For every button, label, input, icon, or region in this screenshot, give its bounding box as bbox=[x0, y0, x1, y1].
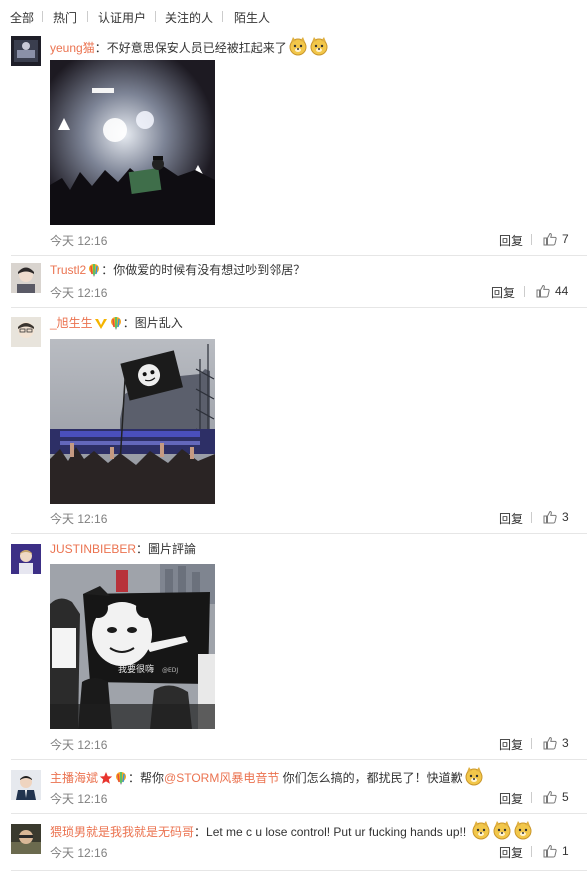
avatar[interactable] bbox=[11, 824, 41, 854]
filter-following[interactable]: 关注的人 bbox=[165, 9, 213, 26]
comment-body: Trustl2 ：你做爱的时候有没有想过吵到邻居？ bbox=[50, 261, 305, 279]
action-divider bbox=[531, 846, 532, 857]
doge-emoji bbox=[465, 767, 483, 786]
filter-divider bbox=[222, 11, 223, 22]
doge-emoji bbox=[289, 37, 307, 56]
doge-emoji bbox=[472, 821, 489, 840]
filter-divider bbox=[42, 11, 43, 22]
rainbow-balloon-icon bbox=[116, 772, 127, 785]
reply-button[interactable]: 回复 bbox=[491, 284, 515, 301]
reply-button[interactable]: 回复 bbox=[499, 790, 523, 807]
red-star-icon bbox=[99, 772, 113, 784]
like-count: 3 bbox=[562, 510, 569, 524]
filter-strangers[interactable]: 陌生人 bbox=[234, 9, 270, 26]
thumbs-up-icon bbox=[543, 736, 557, 750]
comment-text: ：图片乱入 bbox=[122, 316, 183, 330]
panda-banner-photo[interactable]: 我要很嗨 @EDJ bbox=[50, 564, 215, 729]
rainbow-balloon-icon bbox=[89, 264, 100, 277]
like-button[interactable]: 7 bbox=[543, 232, 569, 246]
action-divider bbox=[524, 286, 525, 297]
action-divider bbox=[531, 512, 532, 523]
comment-text: ：不好意思保安人员已经被扛起来了 bbox=[94, 41, 287, 55]
rainbow-balloon-icon bbox=[110, 317, 121, 330]
comment-time: 今天 12:16 bbox=[50, 846, 108, 860]
comment-divider bbox=[11, 870, 587, 871]
comment-body: 猥琐男就是我我就是无码哥：Let me c u lose control! Pu… bbox=[50, 820, 533, 841]
comment-text: ：Let me c u lose control! Put ur fucking… bbox=[194, 825, 470, 839]
comment-username[interactable]: Trustl2 bbox=[50, 263, 86, 277]
action-divider bbox=[531, 738, 532, 749]
like-button[interactable]: 5 bbox=[543, 790, 569, 804]
concert-stage-photo[interactable] bbox=[50, 60, 215, 225]
comment-time: 今天 12:16 bbox=[50, 792, 108, 806]
comment-username[interactable]: JUSTINBIEBER bbox=[50, 542, 136, 556]
comment-divider bbox=[11, 533, 587, 534]
avatar[interactable] bbox=[11, 263, 41, 293]
comment-username[interactable]: yeung猫 bbox=[50, 41, 95, 55]
like-count: 3 bbox=[562, 736, 569, 750]
filter-all[interactable]: 全部 bbox=[10, 9, 34, 26]
comment-time: 今天 12:16 bbox=[50, 738, 108, 752]
comment-username[interactable]: _旭生生 bbox=[50, 316, 93, 330]
vip-v-icon bbox=[94, 319, 107, 329]
comment-body: JUSTINBIEBER：圖片評論 bbox=[50, 540, 196, 558]
like-count: 1 bbox=[562, 844, 569, 858]
thumbs-up-icon bbox=[543, 510, 557, 524]
banner-caption: 我要很嗨 bbox=[118, 663, 154, 675]
doge-emoji bbox=[493, 821, 510, 840]
avatar[interactable] bbox=[11, 770, 41, 800]
like-count: 44 bbox=[555, 284, 569, 298]
doge-emoji bbox=[310, 37, 328, 56]
panda-flag-crowd-photo[interactable] bbox=[50, 339, 215, 504]
comment-username[interactable]: 猥琐男就是我我就是无码哥 bbox=[50, 825, 194, 839]
comment-time: 今天 12:16 bbox=[50, 234, 108, 248]
thumbs-up-icon bbox=[543, 232, 557, 246]
like-button[interactable]: 1 bbox=[543, 844, 569, 858]
comment-divider bbox=[11, 813, 587, 814]
action-divider bbox=[531, 792, 532, 803]
like-button[interactable]: 3 bbox=[543, 736, 569, 750]
comment-text: ：你做爱的时候有没有想过吵到邻居？ bbox=[101, 263, 306, 277]
thumbs-up-icon bbox=[536, 284, 550, 298]
comment-divider bbox=[11, 759, 587, 760]
filter-divider bbox=[87, 11, 88, 22]
thumbs-up-icon bbox=[543, 844, 557, 858]
comment-filter-bar: 全部 热门 认证用户 关注的人 陌生人 bbox=[0, 0, 587, 34]
comment-text: ：圖片評論 bbox=[136, 542, 197, 556]
avatar[interactable] bbox=[11, 36, 41, 66]
banner-watermark: @EDJ bbox=[162, 667, 178, 674]
like-button[interactable]: 44 bbox=[536, 284, 568, 298]
comment-time: 今天 12:16 bbox=[50, 512, 108, 526]
comment-divider bbox=[11, 307, 587, 308]
doge-emoji bbox=[514, 821, 531, 840]
action-divider bbox=[531, 234, 532, 245]
like-count: 7 bbox=[562, 232, 569, 246]
avatar[interactable] bbox=[11, 317, 41, 347]
comment-text: 你们怎么搞的，都扰民了！快道歉 bbox=[279, 771, 463, 785]
comment-text: ：帮你 bbox=[128, 771, 165, 785]
filter-hot[interactable]: 热门 bbox=[53, 9, 77, 26]
reply-button[interactable]: 回复 bbox=[499, 736, 523, 753]
comment-divider bbox=[11, 255, 587, 256]
comment-body: yeung猫：不好意思保安人员已经被扛起来了 bbox=[50, 36, 329, 57]
like-button[interactable]: 3 bbox=[543, 510, 569, 524]
filter-verified[interactable]: 认证用户 bbox=[98, 9, 146, 26]
like-count: 5 bbox=[562, 790, 569, 804]
comment-body: 主播海斌 ：帮你@STORM风暴电音节 你们怎么搞的，都扰民了！快道歉 bbox=[50, 766, 484, 787]
comment-username[interactable]: 主播海斌 bbox=[50, 771, 98, 785]
avatar[interactable] bbox=[11, 544, 41, 574]
thumbs-up-icon bbox=[543, 790, 557, 804]
comment-time: 今天 12:16 bbox=[50, 286, 108, 300]
reply-button[interactable]: 回复 bbox=[499, 844, 523, 861]
filter-divider bbox=[155, 11, 156, 22]
reply-button[interactable]: 回复 bbox=[499, 510, 523, 527]
reply-button[interactable]: 回复 bbox=[499, 232, 523, 249]
mention-link[interactable]: @STORM风暴电音节 bbox=[164, 771, 279, 785]
comment-body: _旭生生 ：图片乱入 bbox=[50, 314, 183, 332]
